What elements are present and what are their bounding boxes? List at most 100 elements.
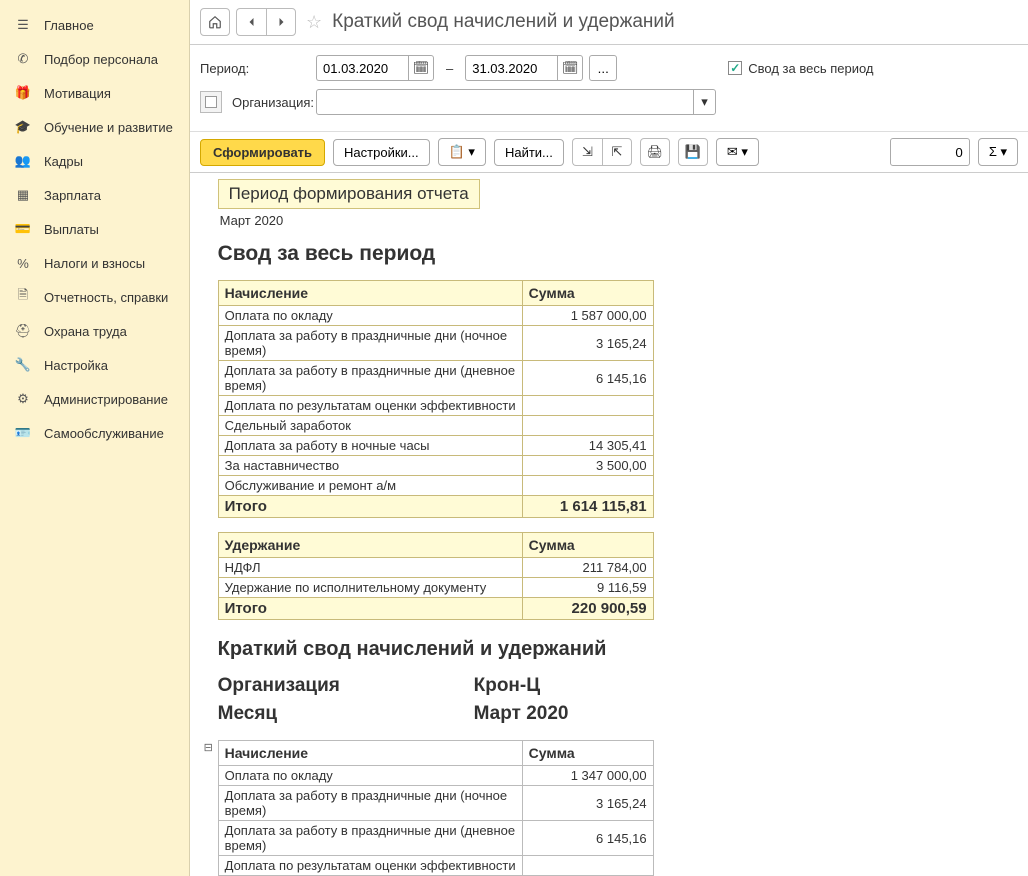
report-period-value: Март 2020: [220, 213, 654, 228]
org-label: Организация:: [232, 95, 310, 110]
sidebar-item-salary[interactable]: ▦Зарплата: [0, 178, 189, 212]
full-period-checkbox[interactable]: ✓: [728, 61, 742, 75]
sidebar-item-label: Кадры: [44, 154, 83, 169]
cell-name: Доплата за работу в праздничные дни (дне…: [218, 821, 522, 856]
collapse-handle-icon[interactable]: ⊟: [204, 742, 213, 754]
month-val: Март 2020: [474, 703, 569, 725]
detail-col-name: Начисление: [218, 741, 522, 766]
cell-name: Доплата по результатам оценки эффективно…: [218, 396, 522, 416]
cell-sum: 1 347 000,00: [522, 766, 653, 786]
sidebar-item-label: Самообслуживание: [44, 426, 164, 441]
sidebar-item-label: Отчетность, справки: [44, 290, 168, 305]
gift-icon: 🎁: [14, 84, 32, 102]
cell-name: Оплата по окладу: [218, 306, 522, 326]
deductions-table: УдержаниеСумма НДФЛ211 784,00Удержание п…: [218, 532, 654, 620]
cell-name: Обслуживание и ремонт а/м: [218, 476, 522, 496]
print-button[interactable]: 🖨: [640, 138, 670, 166]
sigma-button[interactable]: Σ ▾: [978, 138, 1018, 166]
full-period-checkbox-label: Свод за весь период: [748, 61, 873, 76]
accruals-table: НачислениеСумма Оплата по окладу1 587 00…: [218, 280, 654, 518]
chevron-down-icon[interactable]: ▾: [693, 90, 715, 114]
save-button[interactable]: 💾: [678, 138, 708, 166]
detail-accruals-table: НачислениеСумма Оплата по окладу1 347 00…: [218, 740, 654, 876]
sidebar-item-safety[interactable]: ⛑Охрана труда: [0, 314, 189, 348]
sidebar-item-label: Главное: [44, 18, 94, 33]
sidebar-item-label: Подбор персонала: [44, 52, 158, 67]
sidebar-item-recruit[interactable]: ✆ Подбор персонала: [0, 42, 189, 76]
date-to-calendar-button[interactable]: 🗓: [557, 55, 583, 81]
cell-sum: [522, 856, 653, 876]
forward-button[interactable]: [266, 8, 296, 36]
org-key: Организация: [218, 675, 474, 697]
cell-sum: [522, 416, 653, 436]
month-key: Месяц: [218, 703, 474, 725]
accruals-total-label: Итого: [218, 496, 522, 518]
cell-sum: [522, 476, 653, 496]
sidebar-item-label: Мотивация: [44, 86, 111, 101]
topbar: ☆ Краткий свод начислений и удержаний: [190, 0, 1028, 45]
email-button[interactable]: ✉ ▾: [716, 138, 759, 166]
date-range-dash: –: [446, 61, 453, 76]
sidebar-item-training[interactable]: 🎓Обучение и развитие: [0, 110, 189, 144]
table-row: Доплата за работу в праздничные дни (дне…: [218, 361, 653, 396]
table-row: Сдельный заработок: [218, 416, 653, 436]
collapse-tree-button[interactable]: ⇱: [602, 138, 632, 166]
cell-sum: 6 145,16: [522, 821, 653, 856]
sidebar-item-taxes[interactable]: %Налоги и взносы: [0, 246, 189, 280]
report-icon: 🗎: [14, 288, 32, 306]
form-button[interactable]: Сформировать: [200, 139, 325, 166]
sidebar-item-label: Зарплата: [44, 188, 101, 203]
cell-name: За наставничество: [218, 456, 522, 476]
sidebar-item-main[interactable]: ☰Главное: [0, 8, 189, 42]
helmet-icon: ⛑: [14, 322, 32, 340]
table-row: Обслуживание и ремонт а/м: [218, 476, 653, 496]
home-button[interactable]: [200, 8, 230, 36]
cell-name: Сдельный заработок: [218, 416, 522, 436]
settings-button[interactable]: Настройки...: [333, 139, 430, 166]
date-from-input[interactable]: [316, 55, 408, 81]
date-from-calendar-button[interactable]: 🗓: [408, 55, 434, 81]
cell-sum: 6 145,16: [522, 361, 653, 396]
sidebar-item-admin[interactable]: ⚙Администрирование: [0, 382, 189, 416]
cell-sum: 3 500,00: [522, 456, 653, 476]
org-select[interactable]: ▾: [316, 89, 716, 115]
sidebar-item-self[interactable]: 🪪 Самообслуживание: [0, 416, 189, 450]
favorite-star-icon[interactable]: ☆: [306, 12, 322, 33]
sidebar-item-hr[interactable]: 👥 Кадры: [0, 144, 189, 178]
table-row: Удержание по исполнительному документу9 …: [218, 578, 653, 598]
cell-sum: 14 305,41: [522, 436, 653, 456]
deductions-total-sum: 220 900,59: [522, 598, 653, 620]
cell-sum: 9 116,59: [522, 578, 653, 598]
expand-tree-button[interactable]: ⇲: [572, 138, 602, 166]
table-row: Доплата за работу в праздничные дни (дне…: [218, 821, 653, 856]
graduation-icon: 🎓: [14, 118, 32, 136]
org-filter-checkbox[interactable]: [200, 91, 222, 113]
sidebar-item-motivation[interactable]: 🎁 Мотивация: [0, 76, 189, 110]
toolbar: Сформировать Настройки... 📋 ▾ Найти... ⇲…: [190, 132, 1028, 173]
sidebar-item-settings[interactable]: 🔧Настройка: [0, 348, 189, 382]
phone-icon: ✆: [14, 50, 32, 68]
sidebar-item-payments[interactable]: 💳Выплаты: [0, 212, 189, 246]
sidebar-item-reports[interactable]: 🗎 Отчетность, справки: [0, 280, 189, 314]
cell-name: Доплата за работу в праздничные дни (ноч…: [218, 786, 522, 821]
sidebar-item-label: Налоги и взносы: [44, 256, 145, 271]
people-icon: 👥: [14, 152, 32, 170]
detail-col-sum: Сумма: [522, 741, 653, 766]
find-button[interactable]: Найти...: [494, 139, 564, 166]
id-icon: 🪪: [14, 424, 32, 442]
report-area: Период формирования отчета Март 2020 Сво…: [190, 173, 1028, 876]
cell-name: НДФЛ: [218, 558, 522, 578]
cell-sum: 3 165,24: [522, 786, 653, 821]
sidebar: ☰Главное ✆Подбор персонала 🎁Мотивация 🎓О…: [0, 0, 190, 876]
table-row: За наставничество3 500,00: [218, 456, 653, 476]
table-row: Доплата за работу в ночные часы14 305,41: [218, 436, 653, 456]
report-period-box: Период формирования отчета: [218, 179, 480, 209]
toolbar-number-input[interactable]: [890, 138, 970, 166]
cell-sum: 3 165,24: [522, 326, 653, 361]
back-button[interactable]: [236, 8, 266, 36]
cell-sum: 1 587 000,00: [522, 306, 653, 326]
period-more-button[interactable]: ...: [589, 55, 617, 81]
paste-button[interactable]: 📋 ▾: [438, 138, 486, 166]
org-val: Крон-Ц: [474, 675, 541, 697]
date-to-input[interactable]: [465, 55, 557, 81]
